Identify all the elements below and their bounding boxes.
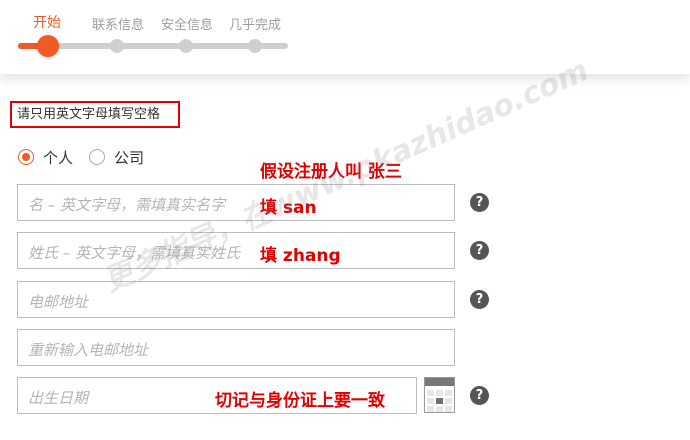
annotation-dob: 切记与身份证上要一致	[215, 391, 385, 411]
email-confirm-placeholder: 重新输入电邮地址	[28, 341, 149, 359]
help-icon[interactable]: ?	[470, 386, 489, 405]
radio-company[interactable]	[89, 149, 105, 165]
radio-personal-label[interactable]: 个人	[43, 147, 73, 168]
help-icon[interactable]: ?	[470, 290, 489, 309]
email-placeholder: 电邮地址	[28, 293, 89, 311]
progress-knob-almost	[248, 39, 262, 53]
last-name-placeholder: 姓氏 – 英文字母，需填真实姓氏	[28, 244, 241, 262]
annotation-last-name: 填 zhang	[260, 246, 341, 266]
annotation-first-name: 填 san	[260, 198, 317, 218]
first-name-field[interactable]: 名 – 英文字母，需填真实名字	[17, 184, 455, 221]
last-name-field[interactable]: 姓氏 – 英文字母，需填真实姓氏	[17, 232, 455, 269]
step-contact-info: 联系信息	[92, 18, 145, 33]
radio-company-label[interactable]: 公司	[114, 147, 144, 168]
step-security-info: 安全信息	[161, 18, 214, 33]
email-field[interactable]: 电邮地址	[17, 281, 455, 318]
progress-knob-start	[37, 35, 59, 57]
step-start: 开始	[33, 15, 61, 31]
radio-personal[interactable]	[18, 149, 34, 165]
email-confirm-field[interactable]: 重新输入电邮地址	[17, 329, 455, 366]
registration-progress: 开始 联系信息 安全信息 几乎完成	[0, 0, 690, 74]
help-icon[interactable]: ?	[470, 241, 489, 260]
step-almost-done: 几乎完成	[229, 18, 282, 33]
help-icon[interactable]: ?	[470, 193, 489, 212]
dob-placeholder: 出生日期	[28, 389, 89, 407]
annotation-assume-name: 假设注册人叫 张三	[260, 162, 402, 182]
progress-knob-security	[179, 39, 193, 53]
first-name-placeholder: 名 – 英文字母，需填真实名字	[28, 196, 226, 214]
calendar-icon[interactable]	[424, 377, 455, 413]
english-only-notice: 请只用英文字母填写空格	[10, 101, 180, 128]
progress-knob-contact	[110, 39, 124, 53]
